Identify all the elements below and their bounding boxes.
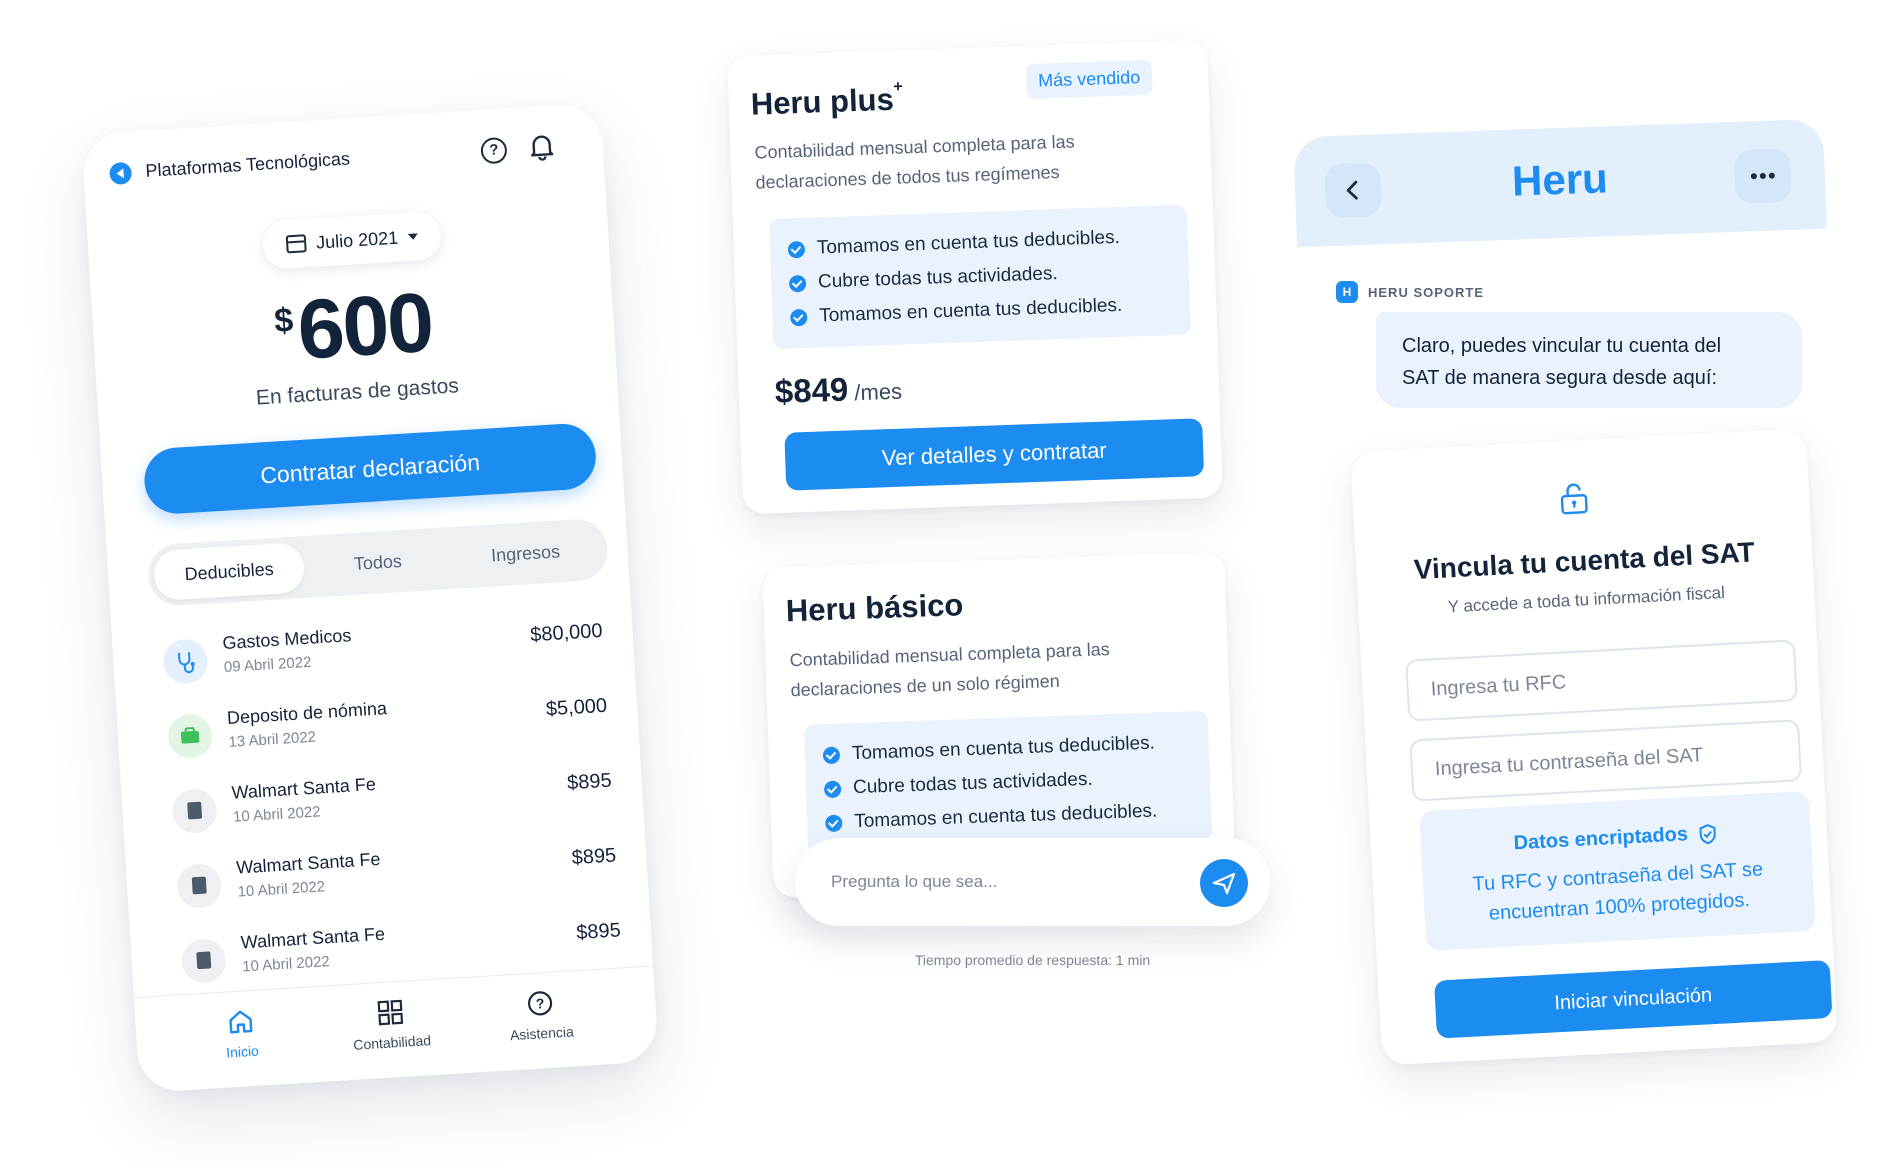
heru-logo-icon: H — [1336, 281, 1358, 303]
chat-header: Heru — [1293, 118, 1827, 248]
check-icon — [822, 746, 841, 764]
feature-item: Tomamos en cuenta tus deducibles. — [825, 801, 1158, 835]
list-item[interactable]: Deposito de nómina 13 Abril 2022 $5,000 — [166, 683, 609, 770]
plan-description: Contabilidad mensual completa para las de… — [754, 131, 1075, 193]
svg-text:?: ? — [535, 995, 545, 1011]
transaction-date: 13 Abril 2022 — [228, 728, 317, 751]
more-button[interactable] — [1733, 147, 1792, 204]
transaction-amount: $895 — [575, 919, 622, 945]
list-item[interactable]: Gastos Medicos 09 Abril 2022 $80,000 — [162, 608, 605, 695]
encryption-title: Datos encriptados — [1513, 823, 1689, 855]
plan-description: Contabilidad mensual completa para las de… — [789, 639, 1110, 701]
response-time-note: Tiempo promedio de respuesta: 1 min — [914, 952, 1151, 968]
transaction-name: Walmart Santa Fe — [235, 848, 381, 878]
more-icon — [1750, 172, 1775, 180]
amount-value: 600 — [295, 274, 435, 377]
nav-asistencia[interactable]: ? Asistencia — [474, 985, 607, 1045]
list-item[interactable]: Walmart Santa Fe 10 Abril 2022 $895 — [175, 832, 619, 919]
chat-input[interactable]: Pregunta lo que sea... — [795, 838, 1270, 926]
transaction-amount: $895 — [566, 769, 613, 795]
sat-link-card: Vincula tu cuenta del SAT Y accede a tod… — [1350, 428, 1838, 1066]
nav-label: Contabilidad — [352, 1032, 432, 1053]
month-selector[interactable]: Julio 2021 — [261, 211, 443, 270]
plan-title: Heru básico — [785, 587, 964, 629]
transaction-date: 10 Abril 2022 — [241, 953, 331, 976]
check-icon — [788, 274, 807, 292]
phone-header: Plataformas Tecnológicas ? — [81, 103, 605, 215]
view-details-button[interactable]: Ver detalles y contratar — [784, 418, 1205, 491]
list-item[interactable]: Walmart Santa Fe 10 Abril 2022 $895 — [171, 758, 614, 845]
back-icon[interactable] — [108, 161, 133, 186]
home-icon — [229, 1010, 253, 1034]
plan-card-plus: Heru plus+ Más vendido Contabilidad mens… — [727, 39, 1223, 515]
nav-contabilidad[interactable]: Contabilidad — [325, 995, 458, 1055]
bell-icon[interactable] — [528, 132, 556, 162]
transaction-name: Gastos Medicos — [221, 625, 352, 654]
document-icon — [171, 787, 218, 835]
check-icon — [787, 240, 806, 259]
company-name: Plataformas Tecnológicas — [144, 148, 351, 181]
phone-screen: Plataformas Tecnológicas ? Julio 2021 $6… — [81, 103, 659, 1093]
currency-symbol: $ — [273, 301, 295, 341]
tab-ingresos[interactable]: Ingresos — [449, 524, 602, 583]
sat-card-title: Vincula tu cuenta del SAT — [1413, 536, 1756, 586]
help-icon[interactable]: ? — [480, 136, 508, 165]
document-icon — [180, 937, 228, 985]
encryption-description: Tu RFC y contraseña del SAT se encuentran… — [1472, 858, 1764, 925]
help-icon: ? — [527, 991, 553, 1016]
transaction-name: Walmart Santa Fe — [240, 923, 386, 953]
best-seller-badge: Más vendido — [1025, 59, 1153, 100]
feature-item: Tomamos en cuenta tus deducibles. — [822, 733, 1156, 767]
feature-list: Tomamos en cuenta tus deducibles. Cubre … — [803, 710, 1213, 855]
feature-item: Tomamos en cuenta tus deducibles. — [790, 295, 1123, 329]
sender-name: HERU SOPORTE — [1368, 284, 1485, 300]
transaction-date: 10 Abril 2022 — [232, 803, 322, 826]
start-linking-button[interactable]: Iniciar vinculación — [1434, 959, 1833, 1039]
month-label: Julio 2021 — [315, 227, 399, 253]
transaction-amount: $80,000 — [529, 619, 604, 647]
shield-check-icon — [1699, 823, 1716, 844]
transaction-date: 09 Abril 2022 — [223, 653, 312, 677]
calendar-icon — [285, 234, 307, 254]
transaction-name: Walmart Santa Fe — [231, 774, 377, 803]
plan-price: $849/mes — [774, 370, 903, 411]
transaction-name: Deposito de nómina — [226, 698, 388, 728]
rfc-input[interactable]: Ingresa tu RFC — [1405, 639, 1798, 722]
filter-tabs: Deducibles Todos Ingresos — [146, 517, 610, 608]
briefcase-icon — [166, 712, 214, 760]
check-icon — [823, 780, 842, 798]
transaction-amount: $895 — [571, 844, 617, 870]
contract-declaration-button[interactable]: Contratar declaración — [142, 422, 598, 516]
grid-icon — [377, 999, 404, 1026]
send-icon — [1212, 872, 1236, 895]
tab-deducibles[interactable]: Deducibles — [152, 542, 306, 602]
feature-item: Tomamos en cuenta tus deducibles. — [787, 227, 1121, 261]
chat-placeholder: Pregunta lo que sea... — [831, 872, 998, 891]
feature-item: Cubre todas tus actividades. — [823, 769, 1093, 800]
send-button[interactable] — [1200, 859, 1248, 907]
check-icon — [790, 308, 808, 326]
nav-label: Inicio — [225, 1042, 260, 1061]
nav-label: Asistencia — [509, 1023, 575, 1044]
check-icon — [825, 814, 843, 832]
support-message: Claro, puedes vincular tu cuenta del SAT … — [1376, 312, 1802, 408]
tab-todos[interactable]: Todos — [301, 533, 454, 592]
transaction-amount: $5,000 — [545, 694, 608, 721]
feature-list: Tomamos en cuenta tus deducibles. Cubre … — [768, 204, 1192, 350]
encryption-notice: Datos encriptados Tu RFC y contraseña de… — [1419, 790, 1816, 952]
unlock-icon — [1560, 483, 1588, 515]
sender-label: H HERU SOPORTE — [1336, 281, 1484, 303]
plan-title: Heru plus+ — [750, 78, 903, 122]
stethoscope-icon — [162, 638, 209, 685]
feature-item: Cubre todas tus actividades. — [788, 263, 1058, 294]
transaction-date: 10 Abril 2022 — [237, 878, 326, 901]
nav-inicio[interactable]: Inicio — [175, 1004, 308, 1064]
chevron-down-icon — [407, 233, 419, 240]
document-icon — [175, 862, 223, 910]
sat-password-input[interactable]: Ingresa tu contraseña del SAT — [1409, 719, 1803, 802]
